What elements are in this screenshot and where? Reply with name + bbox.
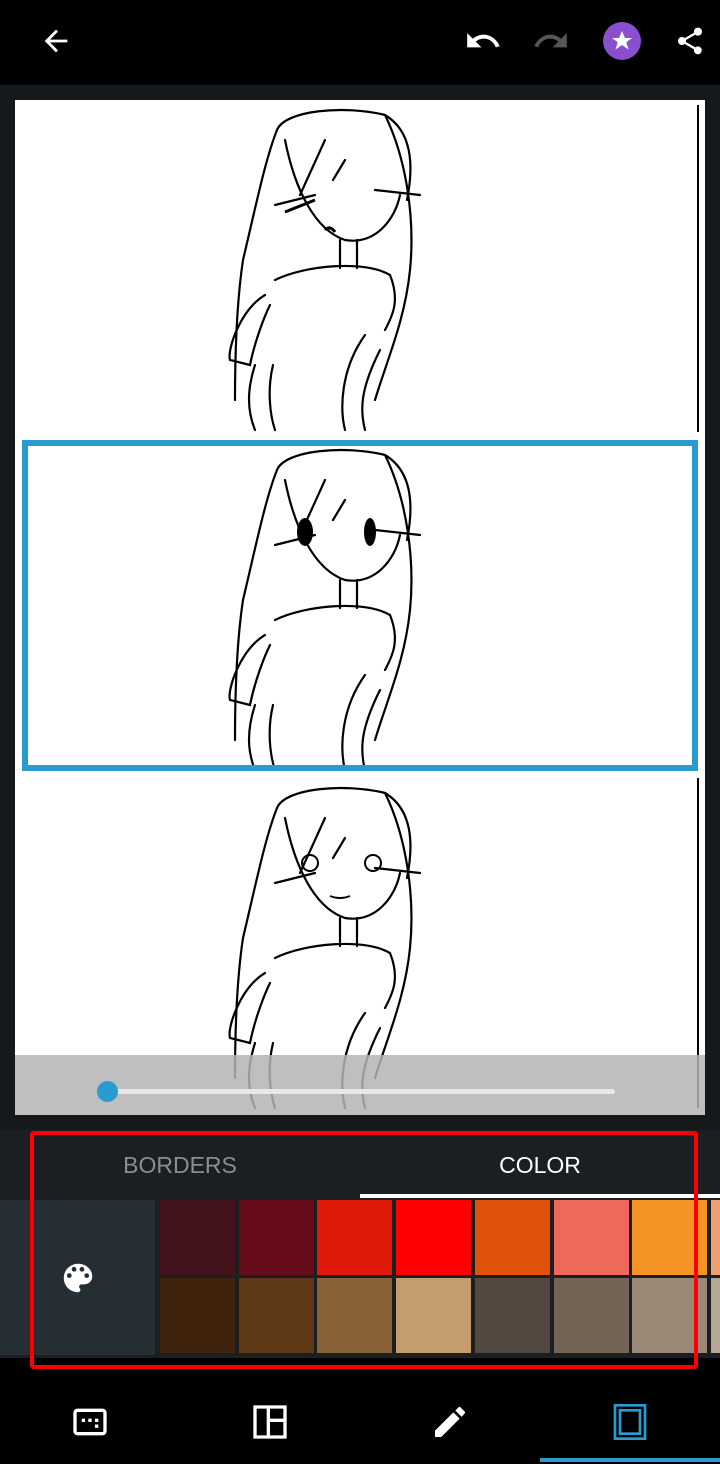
premium-button[interactable] [603, 22, 641, 60]
slider-thumb[interactable] [97, 1081, 118, 1102]
color-swatch[interactable] [710, 1200, 720, 1275]
selected-frame-highlight [22, 440, 698, 771]
redo-icon [534, 33, 567, 48]
back-arrow-icon [44, 29, 68, 53]
frame-edge [697, 105, 699, 432]
annotation-highlight-box [30, 1131, 698, 1369]
active-nav-indicator [540, 1458, 720, 1462]
border-width-slider[interactable] [15, 1055, 705, 1115]
comic-frame-1[interactable] [15, 100, 705, 432]
top-toolbar [0, 0, 720, 85]
caption-icon [73, 1408, 107, 1436]
pencil-icon [435, 1407, 465, 1437]
bottom-nav [0, 1385, 720, 1464]
layout-icon [253, 1405, 287, 1439]
nav-caption[interactable] [0, 1385, 180, 1459]
nav-borders[interactable] [540, 1385, 720, 1459]
back-button[interactable] [30, 18, 82, 64]
nav-layout[interactable] [180, 1385, 360, 1459]
share-icon [678, 27, 702, 55]
slider-track[interactable] [108, 1089, 615, 1094]
undo-button[interactable] [460, 18, 506, 64]
undo-icon [467, 33, 500, 48]
share-button[interactable] [668, 18, 712, 64]
redo-button[interactable] [528, 18, 574, 64]
star-icon [612, 31, 632, 50]
nav-draw[interactable] [360, 1385, 540, 1459]
border-icon [613, 1404, 647, 1440]
color-swatch[interactable] [710, 1278, 720, 1353]
sketch-drawing [228, 108, 422, 432]
